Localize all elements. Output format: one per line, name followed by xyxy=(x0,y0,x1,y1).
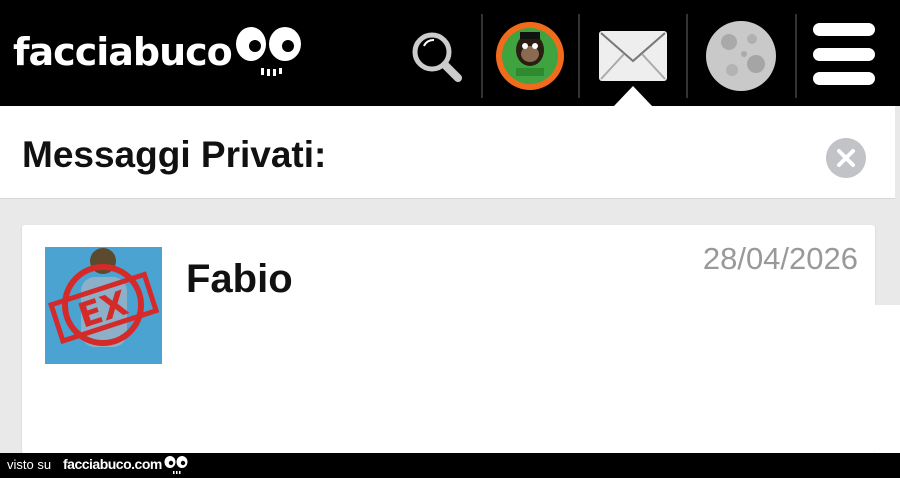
search-icon[interactable] xyxy=(402,14,472,98)
logo-eyes-icon xyxy=(164,456,188,474)
nav-separator xyxy=(795,14,797,98)
messages-panel-header: Messaggi Privati: xyxy=(0,106,895,199)
nav-separator xyxy=(578,14,580,98)
message-card[interactable]: EX Fabio 28/04/2026 xyxy=(22,225,875,454)
panel-edge xyxy=(875,305,900,453)
sender-name: Fabio xyxy=(186,257,293,301)
panel-title: Messaggi Privati: xyxy=(22,134,327,175)
message-date: 28/04/2026 xyxy=(702,241,858,276)
logo-eyes-icon xyxy=(236,27,301,76)
footer-bar: visto su facciabuco.com xyxy=(0,453,900,478)
top-navigation-bar: facciabuco xyxy=(0,0,900,106)
profile-avatar[interactable] xyxy=(492,14,568,98)
footer-site-link[interactable]: facciabuco.com xyxy=(63,456,162,472)
sender-avatar: EX xyxy=(45,247,162,364)
footer-visto-label: visto su xyxy=(7,457,52,472)
logo-text[interactable]: facciabuco xyxy=(13,30,233,74)
nav-separator xyxy=(481,14,483,98)
moon-icon[interactable] xyxy=(702,14,780,98)
dropdown-caret xyxy=(614,86,652,106)
close-icon[interactable] xyxy=(826,138,866,178)
hamburger-menu-icon[interactable] xyxy=(808,14,880,98)
nav-separator xyxy=(686,14,688,98)
